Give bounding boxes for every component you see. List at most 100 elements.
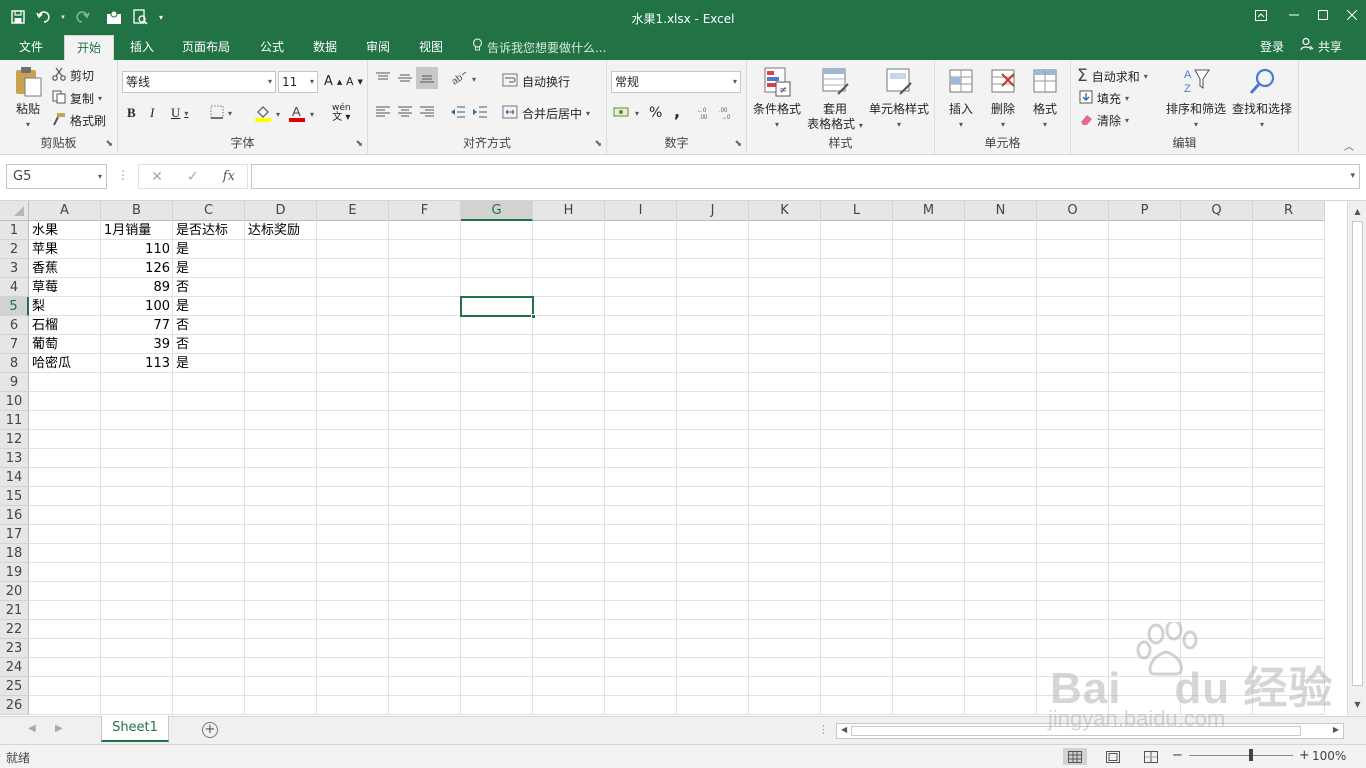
merge-center-dropdown-icon[interactable]: ▾: [586, 109, 590, 118]
tab-view[interactable]: 视图: [409, 35, 453, 60]
fill-button[interactable]: 填充 ▾: [1079, 90, 1129, 107]
scroll-down-icon[interactable]: ▼: [1351, 698, 1364, 712]
tab-home[interactable]: 开始: [64, 35, 114, 60]
conditional-formatting-button[interactable]: ≠ 条件格式 ▾: [751, 66, 803, 132]
header-cell[interactable]: 是否达标: [173, 221, 245, 240]
insert-cells-button[interactable]: 插入 ▾: [943, 66, 979, 132]
column-header-b[interactable]: B: [101, 201, 173, 221]
comma-style-button[interactable]: ,: [674, 102, 680, 121]
data-cell[interactable]: 是: [173, 259, 245, 278]
row-header-20[interactable]: 20: [0, 582, 29, 601]
share-button[interactable]: 共享: [1300, 35, 1342, 59]
page-layout-view-icon[interactable]: [1101, 748, 1125, 765]
column-header-o[interactable]: O: [1037, 201, 1109, 221]
fill-color-dropdown-icon[interactable]: ▾: [276, 110, 280, 119]
decrease-indent-button[interactable]: [450, 105, 466, 122]
data-cell[interactable]: 否: [173, 316, 245, 335]
borders-dropdown-icon[interactable]: ▾: [228, 109, 232, 118]
accounting-dropdown-icon[interactable]: ▾: [635, 109, 639, 118]
data-cell[interactable]: 草莓: [29, 278, 101, 297]
increase-indent-button[interactable]: [472, 105, 488, 122]
row-header-3[interactable]: 3: [0, 259, 29, 278]
align-right-button[interactable]: [419, 105, 435, 122]
header-cell[interactable]: 水果: [29, 221, 101, 240]
wrap-text-button[interactable]: 自动换行: [502, 73, 570, 90]
zoom-percent[interactable]: 100%: [1312, 749, 1346, 763]
underline-button[interactable]: U ▾: [171, 105, 188, 121]
orientation-button[interactable]: ab ▾: [450, 71, 476, 88]
header-cell[interactable]: 1月销量: [101, 221, 173, 240]
tab-file[interactable]: 文件: [8, 35, 54, 60]
data-cell[interactable]: 39: [101, 335, 173, 354]
column-header-q[interactable]: Q: [1181, 201, 1253, 221]
format-as-table-button[interactable]: 套用 表格格式 ▾: [805, 66, 865, 133]
column-header-d[interactable]: D: [245, 201, 317, 221]
column-header-h[interactable]: H: [533, 201, 605, 221]
row-header-8[interactable]: 8: [0, 354, 29, 373]
vertical-scroll-thumb[interactable]: [1352, 221, 1363, 686]
row-header-18[interactable]: 18: [0, 544, 29, 563]
tab-page-layout[interactable]: 页面布局: [174, 35, 238, 60]
font-name-dropdown-icon[interactable]: ▾: [268, 72, 272, 92]
column-header-p[interactable]: P: [1109, 201, 1181, 221]
normal-view-icon[interactable]: [1063, 748, 1087, 765]
prev-sheet-icon[interactable]: ◀: [28, 723, 36, 734]
copy-dropdown-icon[interactable]: ▾: [98, 94, 102, 103]
align-bottom-button[interactable]: [416, 67, 438, 89]
number-format-combo[interactable]: 常规 ▾: [611, 71, 741, 93]
row-header-23[interactable]: 23: [0, 639, 29, 658]
tell-me-box[interactable]: 告诉我您想要做什么...: [472, 35, 606, 60]
collapse-ribbon-icon[interactable]: ︿: [1344, 138, 1354, 153]
row-header-26[interactable]: 26: [0, 696, 29, 715]
tab-formulas[interactable]: 公式: [250, 35, 294, 60]
data-cell[interactable]: 77: [101, 316, 173, 335]
horizontal-scrollbar[interactable]: ◀ ▶: [836, 723, 1344, 739]
data-cell[interactable]: 89: [101, 278, 173, 297]
row-header-24[interactable]: 24: [0, 658, 29, 677]
autosum-dropdown-icon[interactable]: ▾: [1144, 72, 1148, 81]
horizontal-scroll-thumb[interactable]: [851, 726, 1301, 736]
paste-button[interactable]: 粘贴 ▾: [8, 66, 48, 132]
row-header-22[interactable]: 22: [0, 620, 29, 639]
scroll-left-icon[interactable]: ◀: [841, 725, 847, 734]
row-header-19[interactable]: 19: [0, 563, 29, 582]
sign-in-link[interactable]: 登录: [1260, 35, 1284, 59]
column-header-f[interactable]: F: [389, 201, 461, 221]
tab-insert[interactable]: 插入: [120, 35, 164, 60]
merge-center-button[interactable]: 合并后居中 ▾: [502, 105, 590, 122]
align-left-button[interactable]: [375, 105, 391, 122]
row-header-16[interactable]: 16: [0, 506, 29, 525]
font-color-button[interactable]: A ▾: [288, 104, 314, 125]
column-header-m[interactable]: M: [893, 201, 965, 221]
data-cell[interactable]: 香蕉: [29, 259, 101, 278]
column-header-l[interactable]: L: [821, 201, 893, 221]
column-header-j[interactable]: J: [677, 201, 749, 221]
data-cell[interactable]: 否: [173, 278, 245, 297]
data-cell[interactable]: 梨: [29, 297, 101, 316]
confirm-entry-icon[interactable]: ✓: [187, 169, 199, 185]
bold-button[interactable]: B: [127, 105, 136, 121]
accounting-format-button[interactable]: ▾: [613, 105, 639, 122]
row-header-12[interactable]: 12: [0, 430, 29, 449]
zoom-in-icon[interactable]: +: [1299, 748, 1310, 763]
select-all-corner[interactable]: [0, 201, 29, 221]
next-sheet-icon[interactable]: ▶: [55, 723, 63, 734]
row-header-1[interactable]: 1: [0, 221, 29, 240]
save-icon[interactable]: [6, 5, 30, 29]
add-sheet-icon[interactable]: +: [202, 722, 218, 738]
increase-font-size-button[interactable]: A ▲: [324, 74, 342, 89]
data-cell[interactable]: 哈密瓜: [29, 354, 101, 373]
decrease-font-size-button[interactable]: A ▼: [346, 75, 363, 88]
autosum-button[interactable]: Σ 自动求和 ▾: [1077, 66, 1148, 86]
paste-dropdown-icon[interactable]: ▾: [26, 117, 30, 132]
customize-qat-icon[interactable]: ▾: [154, 5, 168, 29]
print-preview-icon[interactable]: [128, 5, 152, 29]
column-header-a[interactable]: A: [29, 201, 101, 221]
row-header-7[interactable]: 7: [0, 335, 29, 354]
expand-formula-bar-icon[interactable]: ▾: [1350, 171, 1355, 181]
active-cell-selection[interactable]: [460, 296, 536, 319]
cut-button[interactable]: 剪切: [52, 67, 94, 84]
number-format-dropdown-icon[interactable]: ▾: [733, 72, 737, 92]
fill-dropdown-icon[interactable]: ▾: [1125, 94, 1129, 103]
clear-button[interactable]: 清除 ▾: [1079, 112, 1129, 129]
